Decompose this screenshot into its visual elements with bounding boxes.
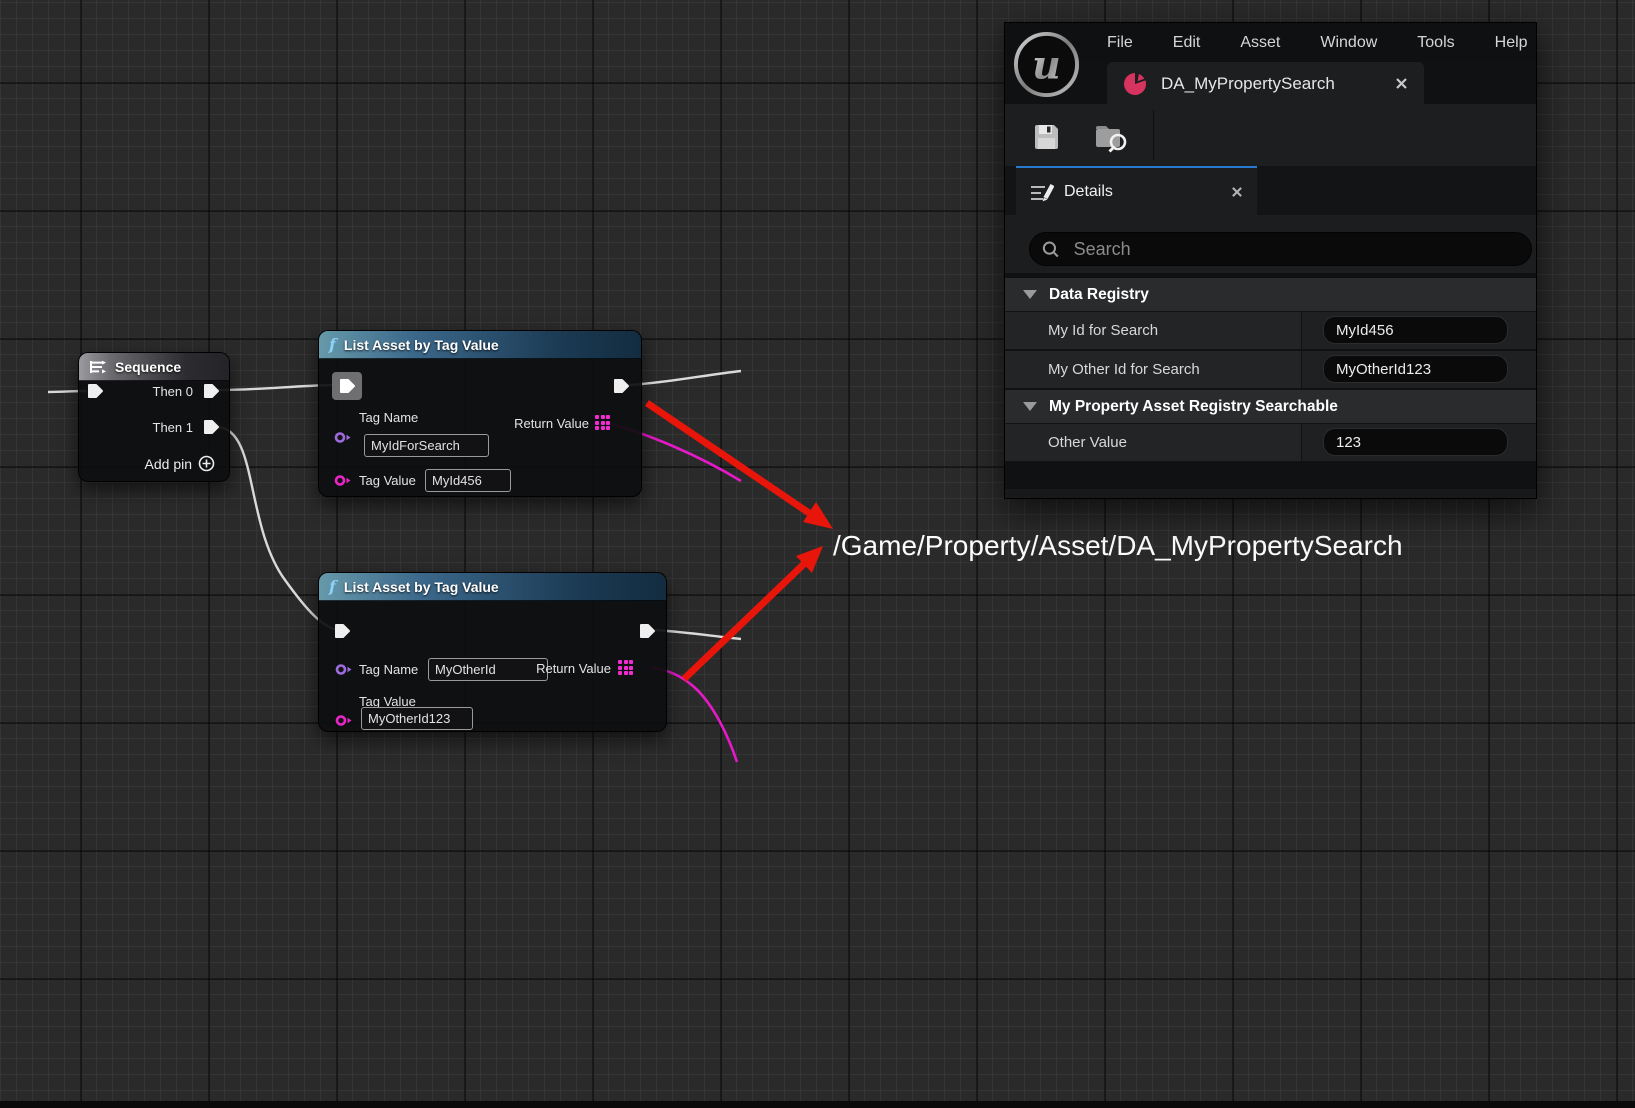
exec-in-pin[interactable] [334, 623, 351, 639]
collapse-triangle-icon[interactable] [1023, 402, 1037, 411]
browse-to-asset-icon[interactable] [1094, 122, 1128, 154]
asset-path-annotation: /Game/Property/Asset/DA_MyPropertySearch [833, 530, 1403, 562]
return-value-array-pin[interactable] [618, 660, 635, 677]
asset-tab-close-icon[interactable] [1395, 77, 1408, 90]
tag-name-pin-label: Tag Name [359, 662, 418, 677]
bottom-edge-bar [0, 1101, 1635, 1108]
then1-exec-pin[interactable] [203, 419, 220, 435]
details-tab-close-icon[interactable] [1231, 186, 1243, 198]
asset-tab-label: DA_MyPropertySearch [1161, 74, 1381, 94]
node-list-asset-by-tag-value-1[interactable]: f List Asset by Tag Value Tag Name Tag V… [318, 330, 642, 497]
wire-then0-to-list1 [218, 385, 332, 390]
save-icon[interactable] [1033, 123, 1060, 151]
details-tab[interactable]: Details [1016, 166, 1257, 215]
node-sequence-header[interactable]: Sequence [79, 353, 229, 381]
tag-name-input[interactable] [364, 434, 489, 457]
data-asset-icon [1123, 72, 1147, 96]
other-value-input[interactable] [1323, 428, 1508, 456]
exec-in-pin[interactable] [339, 378, 356, 394]
row-label: Other Value [1005, 424, 1301, 461]
wire-list1-exec-out [629, 371, 741, 385]
then0-exec-pin[interactable] [203, 383, 220, 399]
function-icon: f [329, 337, 336, 353]
svg-text:u: u [1032, 42, 1061, 88]
row-value-cell [1302, 351, 1536, 388]
sequence-icon [89, 360, 107, 374]
exec-out-pin[interactable] [639, 623, 656, 639]
return-value-array-pin[interactable] [595, 415, 612, 432]
then1-pin-label: Then 1 [153, 420, 193, 435]
exec-out-pin[interactable] [613, 378, 630, 394]
my-id-for-search-input[interactable] [1323, 316, 1508, 344]
search-input[interactable] [1072, 238, 1519, 261]
my-other-id-for-search-input[interactable] [1323, 355, 1508, 383]
return-value-pin-label: Return Value [536, 661, 611, 676]
node-list1-header[interactable]: f List Asset by Tag Value [319, 331, 641, 359]
menu-tools[interactable]: Tools [1417, 34, 1454, 52]
detail-row-my-other-id: My Other Id for Search [1005, 351, 1536, 389]
toolbar-divider [1153, 110, 1154, 160]
category-title: Data Registry [1049, 286, 1149, 304]
category-title: My Property Asset Registry Searchable [1049, 398, 1338, 416]
red-arrow-top-head [803, 502, 833, 529]
category-my-property-asset-registry-searchable[interactable]: My Property Asset Registry Searchable [1005, 390, 1536, 424]
add-pin-button[interactable]: Add pin [145, 455, 215, 472]
tag-value-input[interactable] [361, 707, 473, 730]
row-label: My Other Id for Search [1005, 351, 1301, 388]
collapse-triangle-icon[interactable] [1023, 290, 1037, 299]
tag-name-input[interactable] [428, 658, 548, 681]
menu-file[interactable]: File [1107, 34, 1133, 52]
detail-row-my-id: My Id for Search [1005, 312, 1536, 350]
details-tab-strip: Details [1005, 166, 1536, 215]
menu-help[interactable]: Help [1495, 34, 1528, 52]
tag-value-pin[interactable] [334, 474, 352, 487]
asset-tab[interactable]: DA_MyPropertySearch [1107, 62, 1424, 105]
function-icon: f [329, 579, 336, 595]
menu-asset[interactable]: Asset [1240, 34, 1280, 52]
node-list2-header[interactable]: f List Asset by Tag Value [319, 573, 666, 601]
add-pin-plus-icon [198, 455, 215, 472]
search-box[interactable] [1029, 232, 1532, 266]
tag-value-input[interactable] [425, 469, 511, 492]
unreal-editor-window[interactable]: File Edit Asset Window Tools Help [1004, 22, 1537, 499]
exec-in-pin[interactable] [87, 383, 104, 399]
blueprint-graph-canvas[interactable]: Sequence Then 0 Then 1 Add pin f List As… [0, 0, 1635, 1108]
then0-pin-label: Then 0 [153, 384, 193, 399]
tag-name-pin[interactable] [335, 663, 353, 676]
unreal-logo: u [1013, 31, 1080, 98]
tag-value-pin-label: Tag Value [359, 473, 416, 488]
tag-name-pin[interactable] [334, 431, 352, 444]
menu-edit[interactable]: Edit [1173, 34, 1201, 52]
red-arrow-bottom-head [796, 546, 823, 573]
details-pencil-icon [1030, 182, 1054, 202]
menu-bar: File Edit Asset Window Tools Help [1005, 23, 1536, 62]
node-list1-title: List Asset by Tag Value [344, 337, 499, 353]
toolbar [1005, 104, 1536, 166]
tag-name-pin-label: Tag Name [359, 410, 418, 425]
row-value-cell [1302, 312, 1536, 349]
search-area [1005, 215, 1536, 273]
category-data-registry[interactable]: Data Registry [1005, 278, 1536, 312]
wire-list2-exec-out [655, 630, 741, 639]
node-sequence[interactable]: Sequence Then 0 Then 1 Add pin [78, 352, 230, 482]
return-value-pin-label: Return Value [514, 416, 589, 431]
detail-row-other-value: Other Value [1005, 424, 1536, 462]
details-footer [1005, 489, 1536, 499]
node-sequence-title: Sequence [115, 359, 181, 375]
tag-value-pin[interactable] [335, 714, 353, 727]
red-arrow-top-line [647, 403, 812, 515]
details-tab-label: Details [1064, 183, 1221, 201]
red-arrow-bottom-line [684, 562, 806, 679]
search-icon [1042, 240, 1060, 259]
row-value-cell [1302, 424, 1536, 461]
add-pin-label: Add pin [145, 456, 192, 472]
row-label: My Id for Search [1005, 312, 1301, 349]
node-list-asset-by-tag-value-2[interactable]: f List Asset by Tag Value Tag Name Tag V… [318, 572, 667, 732]
menu-window[interactable]: Window [1320, 34, 1377, 52]
node-list2-title: List Asset by Tag Value [344, 579, 499, 595]
